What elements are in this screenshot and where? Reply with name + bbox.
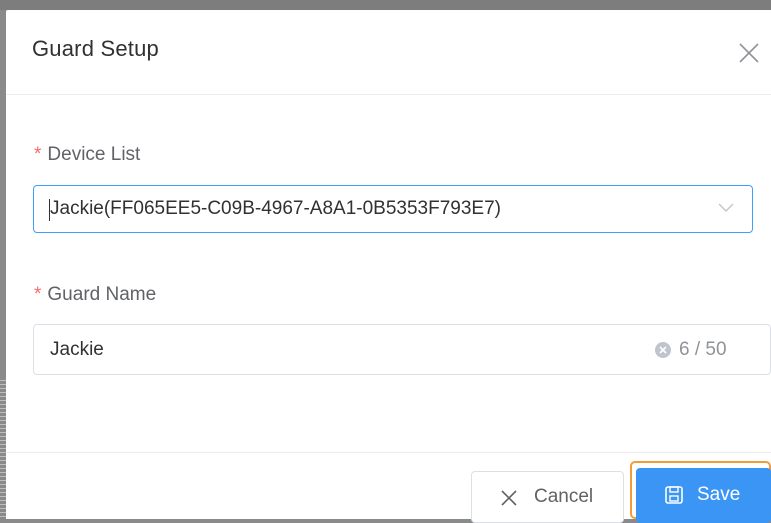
save-icon: [665, 486, 683, 504]
save-button-label: Save: [697, 484, 741, 505]
dialog-title: Guard Setup: [32, 36, 159, 61]
character-count: 6 / 50: [679, 339, 727, 360]
guard-setup-dialog: Guard Setup * Device List Jackie(FF065EE5…: [6, 10, 771, 523]
device-list-label-text: Device List: [47, 144, 141, 165]
guard-name-label: * Guard Name: [34, 284, 156, 306]
device-list-label: * Device List: [34, 144, 140, 166]
clear-circle-icon[interactable]: [654, 341, 672, 359]
text-caret: [49, 199, 50, 221]
device-list-select[interactable]: Jackie(FF065EE5-C09B-4967-A8A1-0B5353F79…: [33, 185, 753, 233]
required-mark: *: [34, 284, 42, 305]
close-button[interactable]: [736, 40, 762, 66]
dialog-header: Guard Setup: [6, 10, 771, 95]
guard-name-input[interactable]: Jackie 6 / 50: [33, 324, 771, 375]
footer-divider: [6, 452, 771, 453]
page-backdrop: [0, 0, 771, 10]
device-list-value: Jackie(FF065EE5-C09B-4967-A8A1-0B5353F79…: [50, 198, 501, 219]
cancel-button-label: Cancel: [534, 486, 594, 507]
chevron-down-icon: [718, 203, 734, 212]
save-button[interactable]: Save: [636, 468, 771, 523]
cancel-button[interactable]: Cancel: [471, 471, 624, 523]
guard-name-label-text: Guard Name: [47, 284, 157, 305]
required-mark: *: [34, 144, 42, 165]
close-icon: [739, 43, 759, 63]
guard-name-value: Jackie: [50, 339, 104, 360]
x-icon: [501, 490, 517, 506]
